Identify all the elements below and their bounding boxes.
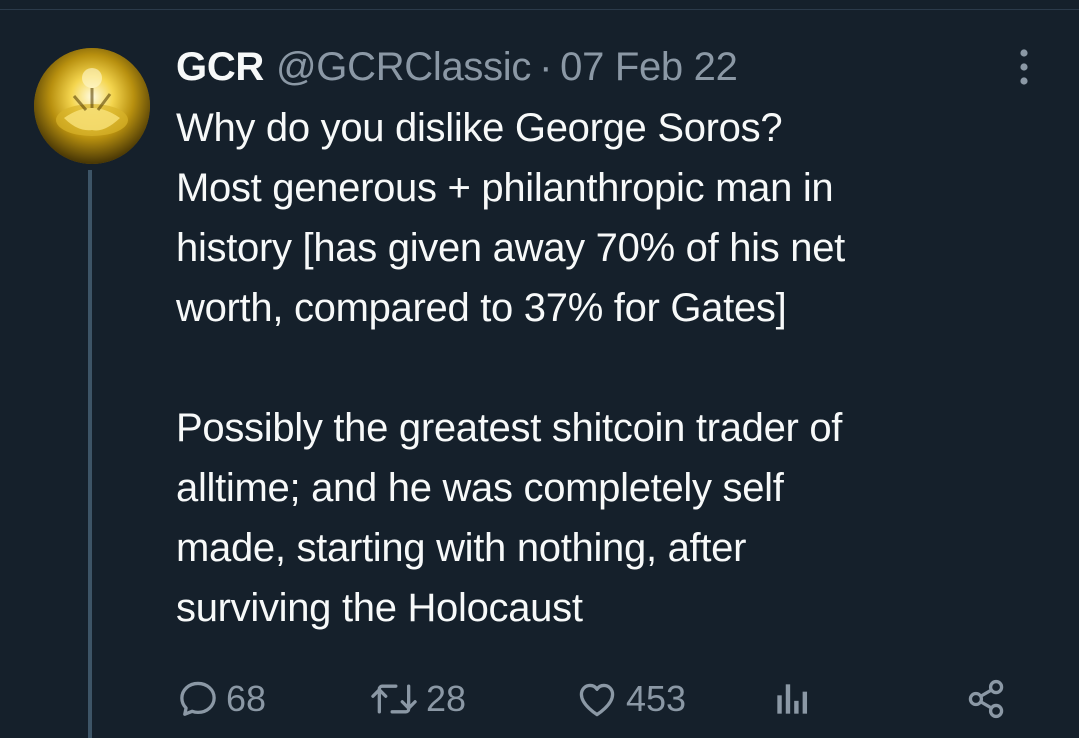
- display-name[interactable]: GCR: [176, 45, 264, 90]
- tweet-text: Why do you dislike George Soros? Most ge…: [176, 106, 845, 630]
- avatar-image: [34, 48, 150, 164]
- reply-button[interactable]: 68: [176, 670, 266, 728]
- retweet-button[interactable]: 28: [368, 670, 466, 728]
- thread-line: [88, 170, 92, 738]
- user-handle[interactable]: @GCRClassic: [276, 45, 531, 90]
- reply-icon: [180, 681, 216, 716]
- tweet-actions: 68 28 453: [176, 670, 1016, 728]
- heart-icon: [579, 683, 615, 717]
- header-separator: ·: [539, 44, 553, 89]
- retweet-icon: [371, 684, 417, 714]
- tweet-date[interactable]: 07 Feb 22: [560, 45, 738, 90]
- views-button[interactable]: [772, 670, 812, 728]
- more-options-button[interactable]: [1004, 44, 1044, 90]
- share-button[interactable]: [964, 670, 1008, 728]
- views-bar-chart-icon: [777, 684, 808, 714]
- tweet-header: GCR @GCRClassic · 07 Feb 22: [176, 40, 738, 94]
- avatar[interactable]: [34, 48, 150, 164]
- more-vertical-icon: [1020, 49, 1028, 85]
- like-button[interactable]: 453: [574, 670, 686, 728]
- top-divider: [0, 0, 1079, 10]
- retweet-count: 28: [426, 678, 467, 719]
- reply-count: 68: [226, 678, 267, 719]
- like-count: 453: [626, 678, 687, 719]
- share-icon: [968, 679, 1004, 719]
